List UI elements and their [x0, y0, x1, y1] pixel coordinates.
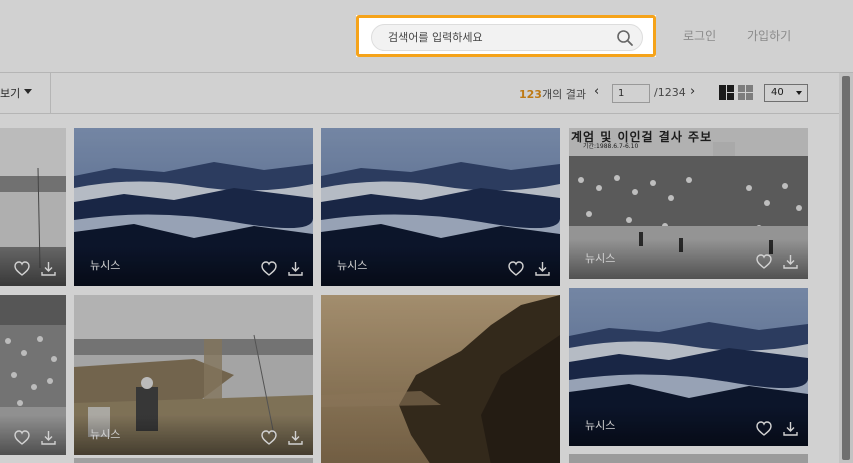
result-count: 123개의 결과 [519, 86, 586, 102]
result-count-suffix: 개의 결과 [541, 88, 586, 101]
image-card[interactable]: 뉴시스 [321, 128, 560, 286]
image-card[interactable]: 계엄 및 이인걸 결사 주보 기간:1988.6.7-6.10 뉴시스 [569, 128, 808, 279]
download-icon[interactable] [783, 254, 798, 269]
download-icon[interactable] [783, 421, 798, 436]
chevron-down-icon [796, 91, 802, 95]
page-total: /1234 [654, 86, 686, 99]
divider [50, 73, 51, 113]
result-count-number: 123 [519, 88, 542, 101]
search-icon[interactable] [616, 29, 634, 47]
image-card[interactable]: 뉴시스 [74, 128, 313, 286]
search-input[interactable] [388, 28, 608, 47]
card-source-label: 뉴시스 [337, 259, 368, 272]
photo-thumbnail [321, 295, 560, 463]
image-grid: 뉴시스 뉴시스 계엄 및 이인걸 결사 주보 기간:1988.6.7-6.10 … [0, 114, 853, 463]
login-link[interactable]: 로그인 [683, 27, 716, 44]
heart-icon[interactable] [508, 261, 524, 276]
heart-icon[interactable] [261, 261, 277, 276]
results-toolbar: 보기 123개의 결과 ‹ /1234 › 40 [0, 72, 853, 114]
card-source-label: 뉴시스 [90, 259, 121, 272]
image-card[interactable] [0, 295, 66, 455]
heart-icon[interactable] [756, 421, 772, 436]
image-card[interactable]: 뉴시스 [74, 295, 313, 455]
card-gradient [0, 246, 66, 286]
image-card[interactable] [321, 295, 560, 463]
card-source-label: 뉴시스 [585, 419, 616, 432]
download-icon[interactable] [41, 430, 56, 445]
download-icon[interactable] [535, 261, 550, 276]
page-number-input[interactable] [612, 84, 650, 103]
search-highlight-frame [356, 15, 656, 57]
image-card[interactable]: 뉴시스 [569, 288, 808, 446]
grid-view-large-icon[interactable] [719, 85, 734, 100]
heart-icon[interactable] [14, 261, 30, 276]
image-card[interactable] [569, 454, 808, 463]
next-page-icon[interactable]: › [690, 84, 695, 99]
heart-icon[interactable] [261, 430, 277, 445]
grid-view-small-icon[interactable] [738, 85, 753, 100]
sort-dropdown-label[interactable]: 보기 [0, 85, 20, 101]
per-page-value: 40 [771, 87, 784, 98]
image-card[interactable] [0, 128, 66, 286]
download-icon[interactable] [41, 261, 56, 276]
signup-link[interactable]: 가입하기 [747, 27, 791, 44]
search-box[interactable] [371, 24, 643, 51]
per-page-select[interactable]: 40 [764, 84, 808, 102]
image-card[interactable] [74, 458, 313, 463]
heart-icon[interactable] [756, 254, 772, 269]
heart-icon[interactable] [14, 430, 30, 445]
chevron-down-icon[interactable] [24, 89, 32, 94]
card-source-label: 뉴시스 [585, 252, 616, 265]
download-icon[interactable] [288, 261, 303, 276]
card-source-label: 뉴시스 [90, 428, 121, 441]
page-header: 로그인 가입하기 [0, 0, 853, 73]
download-icon[interactable] [288, 430, 303, 445]
protest-banner-date: 기간:1988.6.7-6.10 [583, 143, 639, 150]
card-gradient [0, 415, 66, 455]
prev-page-icon[interactable]: ‹ [594, 84, 599, 99]
scrollbar-thumb[interactable] [842, 76, 850, 460]
